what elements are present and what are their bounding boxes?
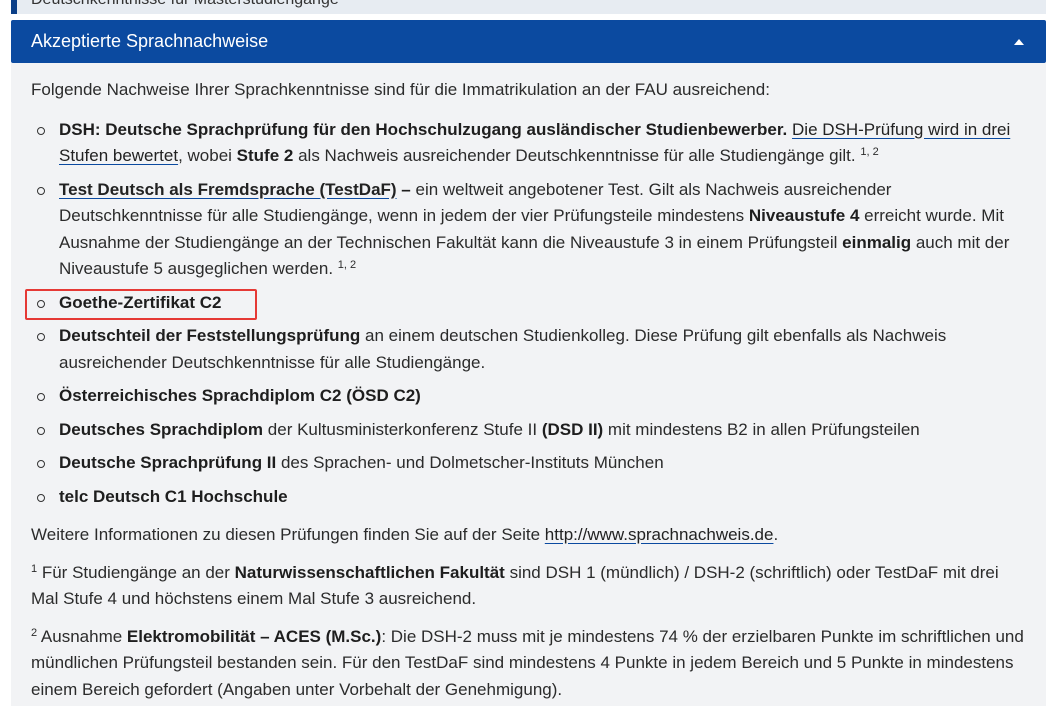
footnote-2-text-1: Ausnahme [37, 626, 127, 646]
accordion-title: Akzeptierte Sprachnachweise [31, 31, 269, 51]
footnote-2: 2 Ausnahme Elektromobilität – ACES (M.Sc… [31, 624, 1026, 704]
accordion-body: Folgende Nachweise Ihrer Sprachkenntniss… [11, 63, 1046, 706]
bullet-icon [37, 126, 45, 135]
bullet-icon [37, 493, 45, 502]
list-item-dsh: DSH: Deutsche Sprachprüfung für den Hoch… [31, 117, 1026, 170]
more-info-lead: Weitere Informationen zu diesen Prüfunge… [31, 525, 545, 544]
caret-up-icon[interactable] [1014, 38, 1024, 45]
dsh-footnote-ref: 1, 2 [860, 146, 879, 158]
goethe-title: Goethe-Zertifikat C2 [59, 292, 222, 312]
list-item-goethe: Goethe-Zertifikat C2 [31, 290, 1026, 317]
testdaf-link[interactable]: Test Deutsch als Fremdsprache (TestDaF) [59, 180, 397, 199]
list-item-dsd: Deutsches Sprachdiplom der Kultusministe… [31, 417, 1026, 444]
bullet-icon [37, 426, 45, 435]
list-item-testdaf: Test Deutsch als Fremdsprache (TestDaF) … [31, 177, 1026, 283]
dsd-text-2: mit mindestens B2 in allen Prüfungsteile… [603, 419, 920, 439]
footnote-1: 1 Für Studiengänge an der Naturwissensch… [31, 560, 1026, 613]
feststellung-title: Deutschteil der Feststellungsprüfung [59, 326, 361, 345]
dsh-stufe: Stufe 2 [236, 146, 294, 165]
bullet-icon [37, 460, 45, 468]
bullet-icon [37, 299, 45, 308]
intro-text: Folgende Nachweise Ihrer Sprachkenntniss… [31, 80, 770, 99]
bullet-icon [37, 186, 45, 195]
more-info-end: . [773, 525, 779, 544]
testdaf-dash: – [396, 179, 411, 199]
accepted-certificates-list: DSH: Deutsche Sprachprüfung für den Hoch… [31, 117, 1026, 511]
osd-title: Österreichisches Sprachdiplom C2 (ÖSD C2… [59, 386, 421, 405]
footnote-2-program: Elektromobilität – ACES (M.Sc.) [126, 626, 382, 646]
list-item-telc: telc Deutsch C1 Hochschule [31, 484, 1026, 511]
list-item-dsp: Deutsche Sprachprüfung II des Sprachen- … [31, 450, 1026, 477]
dsd-title: Deutsches Sprachdiplom [59, 419, 264, 439]
footnote-1-text-1: Für Studiengänge an der [37, 562, 235, 582]
dsd-level: (DSD II) [541, 419, 604, 439]
footnote-1-faculty: Naturwissenschaftlichen Fakultät [234, 562, 505, 582]
testdaf-niveau: Niveaustufe 4 [748, 206, 860, 225]
testdaf-footnote-ref: 1, 2 [337, 259, 357, 271]
testdaf-einmalig: einmalig [842, 232, 912, 252]
bullet-icon [37, 393, 45, 401]
dsp-title: Deutsche Sprachprüfung II [59, 453, 277, 472]
dsd-text-1: der Kultusministerkonferenz Stufe II [263, 419, 542, 439]
list-item-osd: Österreichisches Sprachdiplom C2 (ÖSD C2… [31, 383, 1026, 410]
dsh-title: DSH: Deutsche Sprachprüfung für den Hoch… [59, 119, 788, 139]
accordion-header[interactable]: Akzeptierte Sprachnachweise [11, 20, 1046, 63]
dsh-text-1: , wobei [178, 146, 237, 165]
list-item-feststellung: Deutschteil der Feststellungsprüfung an … [31, 323, 1026, 376]
previous-panel-title: Deutschkenntnisse für Masterstudiengänge [31, 0, 339, 9]
dsp-text: des Sprachen- und Dolmetscher-Instituts … [276, 453, 664, 472]
sprachnachweis-link[interactable]: http://www.sprachnachweis.de [545, 525, 774, 544]
telc-title: telc Deutsch C1 Hochschule [59, 486, 288, 506]
more-info-text: Weitere Informationen zu diesen Prüfunge… [31, 522, 1026, 549]
previous-accordion-panel[interactable]: Deutschkenntnisse für Masterstudiengänge [11, 0, 1046, 14]
bullet-icon [37, 333, 45, 341]
dsh-text-2: als Nachweis ausreichender Deutschkenntn… [293, 146, 861, 165]
